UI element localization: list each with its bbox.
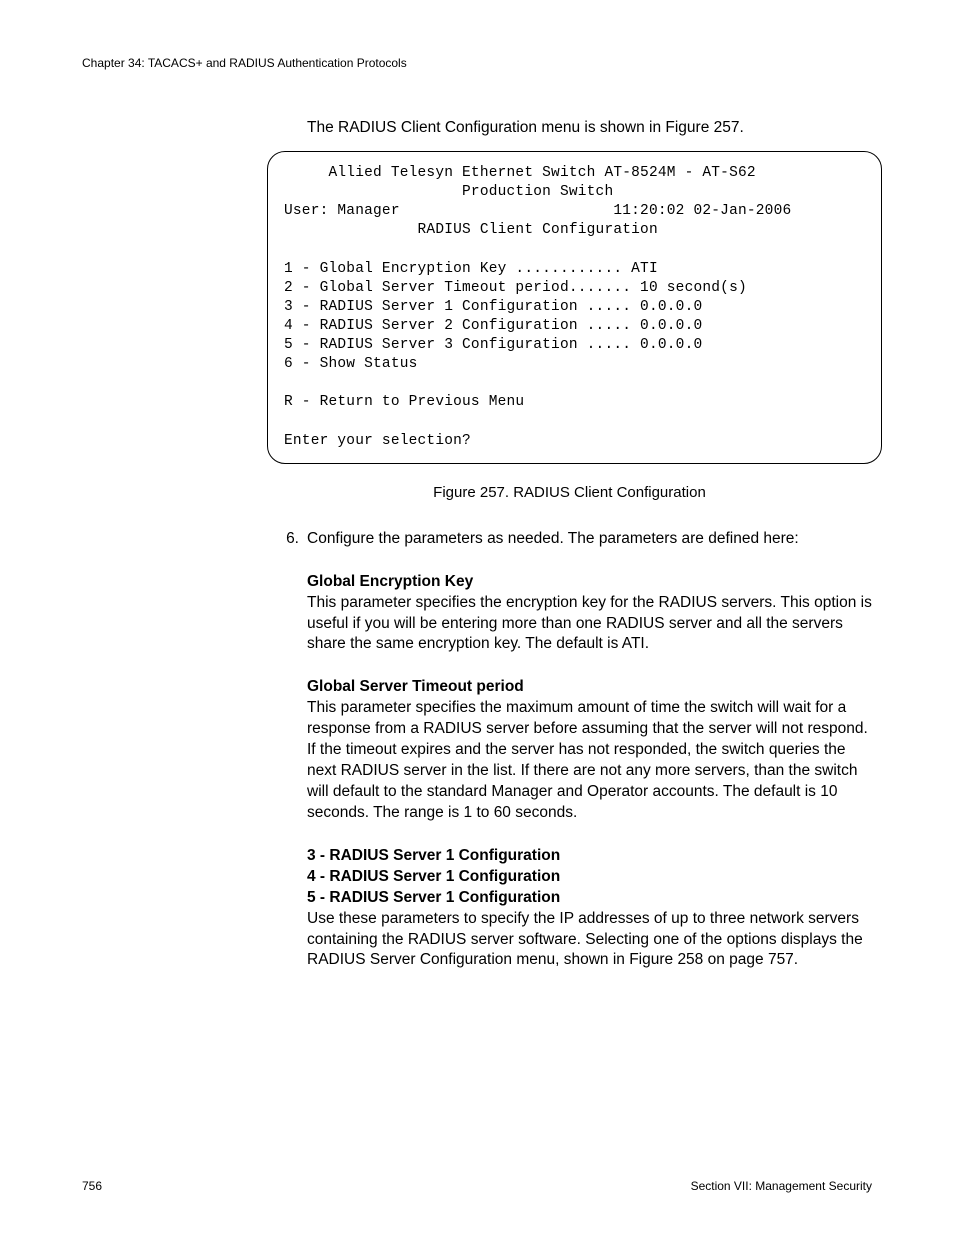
param-title: Global Encryption Key xyxy=(307,572,872,593)
terminal-line: Enter your selection? xyxy=(284,433,471,449)
param-body: This parameter specifies the encryption … xyxy=(307,593,872,656)
param-radius-server-config: 3 - RADIUS Server 1 Configuration 4 - RA… xyxy=(307,846,872,972)
param-global-server-timeout: Global Server Timeout period This parame… xyxy=(307,677,872,823)
section-label: Section VII: Management Security xyxy=(691,1179,872,1193)
terminal-menu-box: Allied Telesyn Ethernet Switch AT-8524M … xyxy=(267,151,882,464)
param-title: 5 - RADIUS Server 1 Configuration xyxy=(307,888,872,909)
step-6: 6. Configure the parameters as needed. T… xyxy=(307,529,872,550)
page-number: 756 xyxy=(82,1179,102,1193)
param-title: 3 - RADIUS Server 1 Configuration xyxy=(307,846,872,867)
step-number: 6. xyxy=(269,529,307,550)
terminal-line: 1 - Global Encryption Key ............ A… xyxy=(284,261,658,277)
terminal-line: RADIUS Client Configuration xyxy=(284,222,658,238)
terminal-line: R - Return to Previous Menu xyxy=(284,394,524,410)
page-footer: 756 Section VII: Management Security xyxy=(82,1179,872,1193)
terminal-line: 5 - RADIUS Server 3 Configuration ..... … xyxy=(284,337,702,353)
terminal-line: Production Switch xyxy=(284,184,613,200)
intro-text: The RADIUS Client Configuration menu is … xyxy=(307,118,872,139)
content-area: The RADIUS Client Configuration menu is … xyxy=(307,118,872,971)
chapter-header: Chapter 34: TACACS+ and RADIUS Authentic… xyxy=(82,56,872,70)
terminal-line: 3 - RADIUS Server 1 Configuration ..... … xyxy=(284,299,702,315)
terminal-line: User: Manager 11:20:02 02-Jan-2006 xyxy=(284,203,791,219)
param-title: 4 - RADIUS Server 1 Configuration xyxy=(307,867,872,888)
terminal-line: 6 - Show Status xyxy=(284,356,418,372)
figure-caption: Figure 257. RADIUS Client Configuration xyxy=(267,484,872,501)
param-body: Use these parameters to specify the IP a… xyxy=(307,909,872,972)
step-body: Configure the parameters as needed. The … xyxy=(307,529,872,550)
param-global-encryption-key: Global Encryption Key This parameter spe… xyxy=(307,572,872,656)
terminal-line: 4 - RADIUS Server 2 Configuration ..... … xyxy=(284,318,702,334)
terminal-line: 2 - Global Server Timeout period....... … xyxy=(284,280,747,296)
param-title: Global Server Timeout period xyxy=(307,677,872,698)
param-body: This parameter specifies the maximum amo… xyxy=(307,698,872,824)
page-container: Chapter 34: TACACS+ and RADIUS Authentic… xyxy=(0,0,954,1235)
terminal-line: Allied Telesyn Ethernet Switch AT-8524M … xyxy=(284,165,756,181)
